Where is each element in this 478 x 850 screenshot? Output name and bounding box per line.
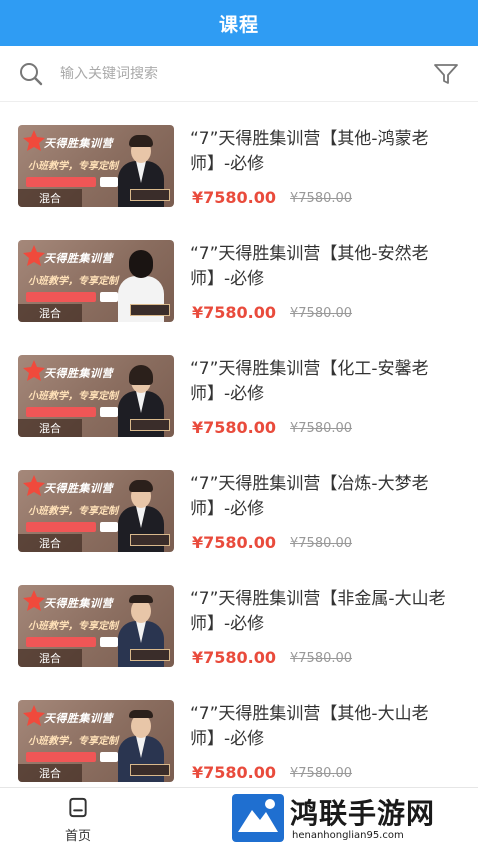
seven-logo-icon [23, 360, 45, 381]
course-thumbnail[interactable]: 天得胜集训营 小班教学，专享定制 混合 [18, 240, 174, 322]
course-original-price: ¥7580.00 [290, 651, 353, 666]
course-item[interactable]: 天得胜集训营 小班教学，专享定制 混合 “7”天得胜集训营【冶炼-大梦老师】-必… [0, 447, 478, 562]
thumbnail-band [26, 637, 96, 647]
filter-icon[interactable] [432, 60, 460, 88]
thumbnail-band [26, 522, 96, 532]
thumbnail-slogan: 小班教学，专享定制 [28, 276, 118, 287]
course-title[interactable]: “7”天得胜集训营【其他-大山老师】-必修 [190, 702, 462, 752]
course-price: ¥7580.00 [192, 418, 277, 437]
seven-logo-icon [23, 590, 45, 611]
course-original-price: ¥7580.00 [290, 191, 353, 206]
course-type-tag: 混合 [18, 189, 82, 207]
course-title[interactable]: “7”天得胜集训营【非金属-大山老师】-必修 [190, 587, 462, 637]
thumbnail-band [26, 752, 96, 762]
thumbnail-brand: 天得胜集训营 [44, 252, 113, 265]
tab-home[interactable]: 首页 [50, 796, 106, 844]
course-type-tag: 混合 [18, 649, 82, 667]
course-price: ¥7580.00 [192, 763, 277, 782]
watermark-title: 鸿联手游网 [290, 797, 436, 830]
seven-logo-icon [23, 130, 45, 151]
thumbnail-sticker [100, 637, 118, 647]
seven-logo-icon [23, 245, 45, 266]
course-item[interactable]: 天得胜集训营 小班教学，专享定制 混合 “7”天得胜集训营【其他-鸿蒙老师】-必… [0, 102, 478, 217]
course-title[interactable]: “7”天得胜集训营【其他-鸿蒙老师】-必修 [190, 127, 462, 177]
thumbnail-sticker [100, 752, 118, 762]
course-title[interactable]: “7”天得胜集训营【化工-安馨老师】-必修 [190, 357, 462, 407]
course-title[interactable]: “7”天得胜集训营【冶炼-大梦老师】-必修 [190, 472, 462, 522]
page-title: 课程 [218, 13, 259, 36]
thumbnail-sticker [100, 522, 118, 532]
course-original-price: ¥7580.00 [290, 536, 353, 551]
thumbnail-brand: 天得胜集训营 [44, 597, 113, 610]
course-original-price: ¥7580.00 [290, 421, 353, 436]
course-price: ¥7580.00 [192, 533, 277, 552]
search-bar [0, 46, 478, 102]
course-price: ¥7580.00 [192, 188, 277, 207]
seven-logo-icon [23, 475, 45, 496]
course-list: 天得胜集训营 小班教学，专享定制 混合 “7”天得胜集训营【其他-鸿蒙老师】-必… [0, 102, 478, 787]
thumbnail-band [26, 177, 96, 187]
teacher-badge [130, 764, 170, 776]
course-type-tag: 混合 [18, 304, 82, 322]
course-type-tag: 混合 [18, 764, 82, 782]
thumbnail-slogan: 小班教学，专享定制 [28, 506, 118, 517]
teacher-badge [130, 419, 170, 431]
seven-logo-icon [23, 705, 45, 726]
search-input[interactable] [60, 65, 432, 82]
thumbnail-slogan: 小班教学，专享定制 [28, 621, 118, 632]
header-bar: 课程 [0, 0, 478, 46]
thumbnail-band [26, 292, 96, 302]
teacher-badge [130, 189, 170, 201]
course-item[interactable]: 天得胜集训营 小班教学，专享定制 混合 “7”天得胜集训营【其他-大山老师】-必… [0, 677, 478, 787]
course-original-price: ¥7580.00 [290, 306, 353, 321]
thumbnail-slogan: 小班教学，专享定制 [28, 161, 118, 172]
course-thumbnail[interactable]: 天得胜集训营 小班教学，专享定制 混合 [18, 355, 174, 437]
course-price: ¥7580.00 [192, 303, 277, 322]
course-title[interactable]: “7”天得胜集训营【其他-安然老师】-必修 [190, 242, 462, 292]
tab-home-label: 首页 [64, 829, 91, 844]
course-type-tag: 混合 [18, 534, 82, 552]
thumbnail-slogan: 小班教学，专享定制 [28, 736, 118, 747]
course-type-tag: 混合 [18, 419, 82, 437]
thumbnail-brand: 天得胜集训营 [44, 137, 113, 150]
thumbnail-brand: 天得胜集训营 [44, 367, 113, 380]
thumbnail-brand: 天得胜集训营 [44, 482, 113, 495]
thumbnail-brand: 天得胜集训营 [44, 712, 113, 725]
thumbnail-sticker [100, 177, 118, 187]
thumbnail-slogan: 小班教学，专享定制 [28, 391, 118, 402]
course-item[interactable]: 天得胜集训营 小班教学，专享定制 混合 “7”天得胜集训营【化工-安馨老师】-必… [0, 332, 478, 447]
watermark: 鸿联手游网 henanhonglian95.com [230, 790, 470, 848]
search-icon[interactable] [18, 61, 44, 87]
home-icon [69, 797, 87, 818]
watermark-logo-icon [232, 794, 284, 842]
course-thumbnail[interactable]: 天得胜集训营 小班教学，专享定制 混合 [18, 585, 174, 667]
watermark-url: henanhonglian95.com [292, 830, 404, 841]
teacher-badge [130, 649, 170, 661]
thumbnail-band [26, 407, 96, 417]
thumbnail-sticker [100, 292, 118, 302]
course-thumbnail[interactable]: 天得胜集训营 小班教学，专享定制 混合 [18, 470, 174, 552]
course-thumbnail[interactable]: 天得胜集训营 小班教学，专享定制 混合 [18, 700, 174, 782]
course-original-price: ¥7580.00 [290, 766, 353, 781]
teacher-badge [130, 304, 170, 316]
course-price: ¥7580.00 [192, 648, 277, 667]
course-thumbnail[interactable]: 天得胜集训营 小班教学，专享定制 混合 [18, 125, 174, 207]
thumbnail-sticker [100, 407, 118, 417]
teacher-badge [130, 534, 170, 546]
course-item[interactable]: 天得胜集训营 小班教学，专享定制 混合 “7”天得胜集训营【其他-安然老师】-必… [0, 217, 478, 332]
course-item[interactable]: 天得胜集训营 小班教学，专享定制 混合 “7”天得胜集训营【非金属-大山老师】-… [0, 562, 478, 677]
